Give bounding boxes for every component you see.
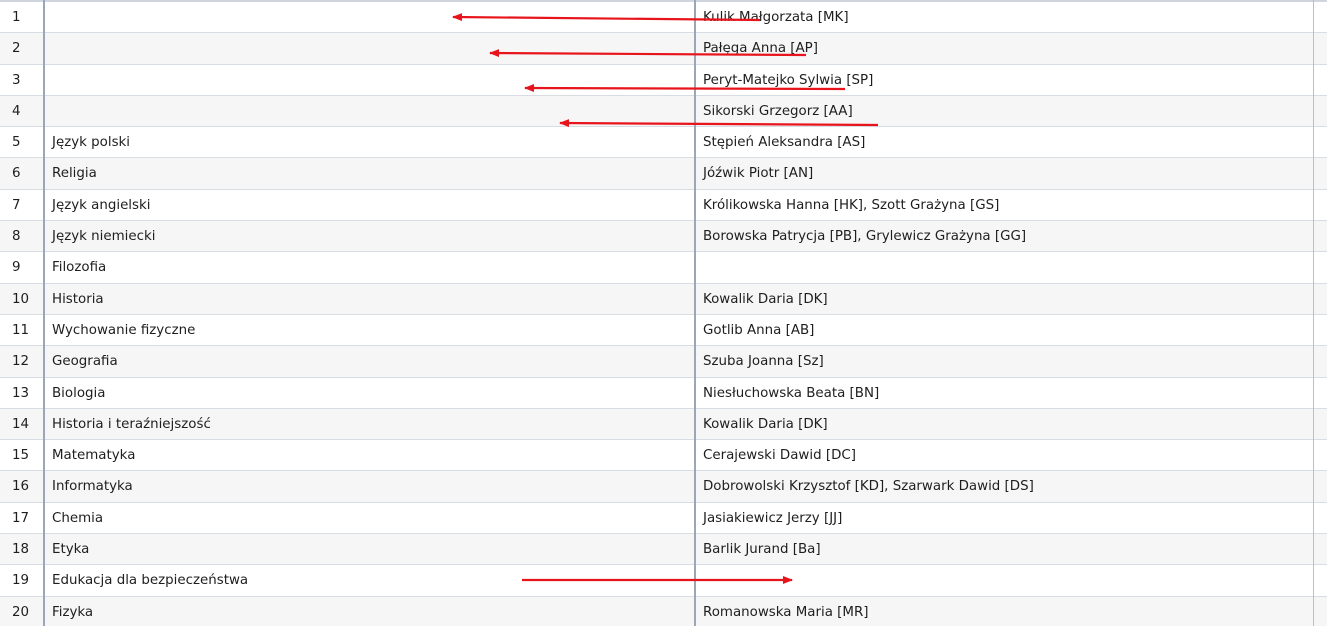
row-number-cell: 4	[12, 103, 21, 119]
table-row[interactable]: 6 Religia Jóźwik Piotr [AN]	[0, 158, 1327, 190]
teacher-cell[interactable]	[697, 565, 1312, 595]
teacher-cell[interactable]: Jóźwik Piotr [AN]	[697, 158, 1312, 188]
table-row[interactable]: 17 Chemia Jasiakiewicz Jerzy [JJ]	[0, 502, 1327, 535]
table-row[interactable]: 7 Język angielski Królikowska Hanna [HK]…	[0, 189, 1327, 222]
subject-cell[interactable]	[46, 96, 694, 126]
table-row[interactable]: 2 Pałęga Anna [AP]	[0, 33, 1327, 65]
table-row[interactable]: 13 Biologia Niesłuchowska Beata [BN]	[0, 377, 1327, 409]
subject-cell[interactable]: Geografia	[46, 346, 694, 376]
table-row[interactable]: 8 Język niemiecki Borowska Patrycja [PB]…	[0, 221, 1327, 253]
table-row[interactable]: 10 Historia Kowalik Daria [DK]	[0, 283, 1327, 315]
row-number-cell: 19	[12, 573, 30, 589]
subject-cell[interactable]: Język polski	[46, 127, 694, 157]
table-row[interactable]: 19 Edukacja dla bezpieczeństwa	[0, 565, 1327, 597]
subject-cell[interactable]: Historia	[46, 284, 694, 314]
subject-cell[interactable]: Wychowanie fizyczne	[46, 315, 694, 345]
teacher-cell[interactable]: Kowalik Daria [DK]	[697, 284, 1312, 314]
table-body: 1 Kulik Małgorzata [MK] 2 Pałęga Anna [A…	[0, 2, 1327, 626]
table-row[interactable]: 12 Geografia Szuba Joanna [Sz]	[0, 346, 1327, 378]
subject-cell[interactable]: Edukacja dla bezpieczeństwa	[46, 565, 694, 595]
table-right-border	[1313, 0, 1314, 626]
teacher-cell[interactable]: Barlik Jurand [Ba]	[697, 534, 1312, 564]
row-number-cell: 8	[12, 229, 21, 245]
table-row[interactable]: 5 Język polski Stępień Aleksandra [AS]	[0, 127, 1327, 159]
teacher-cell[interactable]: Dobrowolski Krzysztof [KD], Szarwark Daw…	[697, 471, 1312, 501]
table-row[interactable]: 20 Fizyka Romanowska Maria [MR]	[0, 596, 1327, 626]
subject-cell[interactable]: Matematyka	[46, 440, 694, 470]
teacher-cell[interactable]: Szuba Joanna [Sz]	[697, 346, 1312, 376]
row-number-cell: 17	[12, 510, 30, 526]
teacher-cell[interactable]	[697, 252, 1312, 282]
table-row[interactable]: 1 Kulik Małgorzata [MK]	[0, 2, 1327, 34]
subject-cell[interactable]	[46, 65, 694, 95]
teacher-cell[interactable]: Królikowska Hanna [HK], Szott Grażyna [G…	[697, 190, 1312, 220]
row-number-cell: 12	[12, 354, 30, 370]
teacher-cell[interactable]: Kowalik Daria [DK]	[697, 409, 1312, 439]
teacher-cell[interactable]: Jasiakiewicz Jerzy [JJ]	[697, 503, 1312, 533]
row-number-cell: 1	[12, 10, 21, 25]
table-row[interactable]: 15 Matematyka Cerajewski Dawid [DC]	[0, 440, 1327, 472]
table-row[interactable]: 9 Filozofia	[0, 252, 1327, 284]
subject-cell[interactable]: Etyka	[46, 534, 694, 564]
teacher-cell[interactable]: Niesłuchowska Beata [BN]	[697, 378, 1312, 408]
row-number-cell: 2	[12, 41, 21, 57]
column-divider-subject	[694, 0, 696, 626]
column-divider-number	[43, 0, 45, 626]
teacher-cell[interactable]: Borowska Patrycja [PB], Grylewicz Grażyn…	[697, 221, 1312, 251]
subject-cell[interactable]	[46, 33, 694, 63]
row-number-cell: 5	[12, 135, 21, 151]
subject-cell[interactable]: Informatyka	[46, 471, 694, 501]
row-number-cell: 16	[12, 479, 30, 495]
table-row[interactable]: 14 Historia i teraźniejszość Kowalik Dar…	[0, 408, 1327, 441]
subject-cell[interactable]: Biologia	[46, 378, 694, 408]
teacher-cell[interactable]: Cerajewski Dawid [DC]	[697, 440, 1312, 470]
subject-cell[interactable]	[46, 2, 694, 32]
row-number-cell: 7	[12, 197, 21, 213]
teacher-cell[interactable]: Pałęga Anna [AP]	[697, 33, 1312, 63]
teacher-cell[interactable]: Sikorski Grzegorz [AA]	[697, 96, 1312, 126]
subject-cell[interactable]: Język niemiecki	[46, 221, 694, 251]
subject-cell[interactable]: Filozofia	[46, 252, 694, 282]
teacher-cell[interactable]: Kulik Małgorzata [MK]	[697, 2, 1312, 32]
row-number-cell: 10	[12, 291, 30, 307]
subject-cell[interactable]: Chemia	[46, 503, 694, 533]
table-row[interactable]: 16 Informatyka Dobrowolski Krzysztof [KD…	[0, 471, 1327, 503]
row-number-cell: 11	[12, 322, 30, 338]
row-number-cell: 6	[12, 166, 21, 182]
subject-cell[interactable]: Język angielski	[46, 190, 694, 220]
teacher-cell[interactable]: Stępień Aleksandra [AS]	[697, 127, 1312, 157]
row-number-cell: 3	[12, 72, 21, 88]
subject-cell[interactable]: Fizyka	[46, 597, 694, 626]
subject-teacher-table: 1 Kulik Małgorzata [MK] 2 Pałęga Anna [A…	[0, 0, 1327, 626]
row-number-cell: 18	[12, 542, 30, 558]
row-number-cell: 13	[12, 385, 30, 401]
table-row[interactable]: 4 Sikorski Grzegorz [AA]	[0, 95, 1327, 128]
table-row[interactable]: 3 Peryt-Matejko Sylwia [SP]	[0, 64, 1327, 96]
table-row[interactable]: 11 Wychowanie fizyczne Gotlib Anna [AB]	[0, 314, 1327, 347]
teacher-cell[interactable]: Gotlib Anna [AB]	[697, 315, 1312, 345]
table-row[interactable]: 18 Etyka Barlik Jurand [Ba]	[0, 534, 1327, 566]
row-number-cell: 9	[12, 260, 21, 276]
row-number-cell: 20	[12, 604, 30, 620]
row-number-cell: 14	[12, 416, 30, 432]
row-number-cell: 15	[12, 448, 30, 464]
teacher-cell[interactable]: Romanowska Maria [MR]	[697, 597, 1312, 626]
subject-cell[interactable]: Religia	[46, 158, 694, 188]
teacher-cell[interactable]: Peryt-Matejko Sylwia [SP]	[697, 65, 1312, 95]
subject-cell[interactable]: Historia i teraźniejszość	[46, 409, 694, 439]
